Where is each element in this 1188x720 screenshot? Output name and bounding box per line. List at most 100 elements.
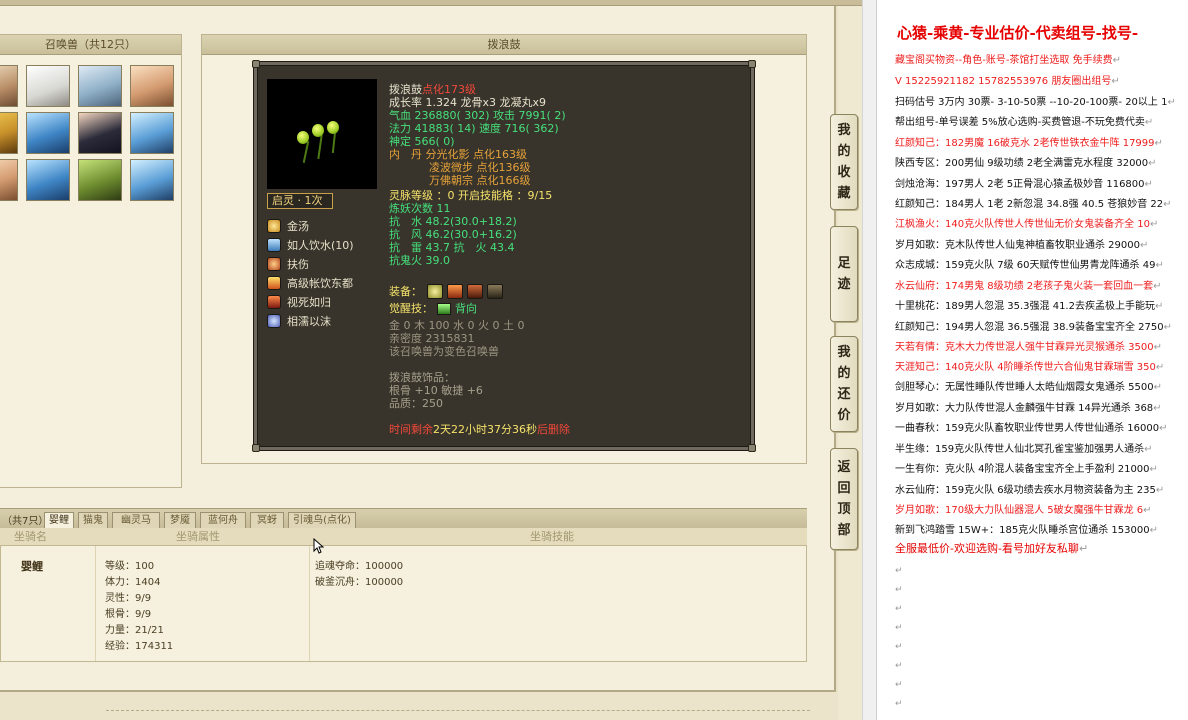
portrait-bulb xyxy=(297,131,309,144)
skill-row: 如人饮水(10) xyxy=(267,236,354,253)
summon-avatar[interactable] xyxy=(78,65,122,107)
document-line: 众志成城：159克火队 7级 60天赋传世仙男青龙阵通杀 49↵ xyxy=(895,260,1164,271)
resist-wind-line: 抗 风 46.2(30.0+16.2) xyxy=(389,228,517,241)
document-line: 天涯知己：140克火队 4阶睡杀传世六合仙鬼甘霖瑞雪 350↵ xyxy=(895,362,1165,373)
mount-name-header: 坐骑名 xyxy=(14,530,47,543)
empty-paragraph-mark: ↵ xyxy=(895,661,903,671)
document-line: V 15225921182 15782553976 朋友圈出组号↵ xyxy=(895,76,1120,87)
back-to-top-button[interactable]: 返回顶部 xyxy=(830,448,858,550)
mount-tab[interactable]: 引魂鸟(点化) xyxy=(288,512,356,529)
document-line: 陕西专区：200男仙 9级功绩 2老全满雷克水程度 32000↵ xyxy=(895,158,1157,169)
empty-paragraph-mark: ↵ xyxy=(895,585,903,595)
mouse-cursor-icon xyxy=(313,538,325,554)
tooltip-corner xyxy=(252,444,260,452)
empty-paragraph-mark: ↵ xyxy=(895,623,903,633)
mount-count: （共7只） xyxy=(2,516,49,527)
document-line: 红颜知己：194男人忽混 36.5强混 38.9装备宝宝齐全 2750↵ xyxy=(895,322,1172,333)
mount-attr-header: 坐骑属性 xyxy=(176,530,220,543)
document-line: 红颜知己：182男魔 16破克水 2老传世铁衣金牛阵 17999↵ xyxy=(895,138,1163,149)
skill-bond-icon xyxy=(267,313,281,328)
mount-tab-bar: （共7只） 婴鲤 猫鬼 幽灵马 梦魇 蓝何舟 冥蚜 引魂鸟(点化) xyxy=(0,508,807,530)
beast-tooltip: 启灵 · 1次 金汤 如人饮水(10) 扶伤 高级帐饮东都 视死如归 相濡以沫 … xyxy=(252,60,756,452)
intimacy-line: 亲密度 2315831 xyxy=(389,332,475,345)
refine-count-line: 炼妖次数 11 xyxy=(389,202,451,215)
mount-attr: 灵性：9/9 xyxy=(105,593,152,604)
equip-collar-icon[interactable] xyxy=(467,284,483,299)
equip-ring-icon[interactable] xyxy=(427,284,443,299)
summon-avatar[interactable] xyxy=(78,159,122,201)
column-divider xyxy=(309,546,310,661)
mount-table-body: 婴鲤 等级：100 体力：1404 灵性：9/9 根骨：9/9 力量：21/21… xyxy=(0,546,807,662)
beast-portrait xyxy=(267,79,377,189)
neidan-line-1: 内 丹 分光化影 点化163级 xyxy=(389,148,527,161)
summon-avatar[interactable] xyxy=(130,159,174,201)
document-line: 水云仙府：174男鬼 8级功绩 2老孩子鬼火装一套回血一套↵ xyxy=(895,281,1162,292)
skill-row: 金汤 xyxy=(267,217,309,234)
mount-tab[interactable]: 幽灵马 xyxy=(112,512,160,529)
equip-armor-icon[interactable] xyxy=(447,284,463,299)
mount-tab[interactable]: 蓝何舟 xyxy=(200,512,246,529)
portrait-stem xyxy=(331,130,337,154)
growth-line: 成长率 1.324 龙骨x3 龙凝丸x9 xyxy=(389,96,546,109)
resist-water-line: 抗 水 48.2(30.0+18.2) xyxy=(389,215,517,228)
document-line: 江枫渔火：140克火队传世人传世仙无价女鬼装备齐全 10↵ xyxy=(895,219,1159,230)
mount-name: 婴鲤 xyxy=(21,560,43,573)
variant-note-line: 该召唤兽为变色召唤兽 xyxy=(389,345,499,358)
neidan-line-3: 万佛朝宗 点化166级 xyxy=(429,174,531,187)
summon-avatar[interactable] xyxy=(0,65,18,107)
ornament-quality-line: 品质：250 xyxy=(389,397,443,410)
summon-avatar[interactable] xyxy=(26,65,70,107)
mount-tab[interactable]: 冥蚜 xyxy=(250,512,284,529)
document-line: 扫码估号 3万内 30票- 3-10-50票 --10-20-100票- 20以… xyxy=(895,97,1176,108)
mount-skill: 追魂夺命：100000 xyxy=(315,561,404,572)
mount-attr: 体力：1404 xyxy=(105,577,161,588)
summon-avatar[interactable] xyxy=(0,112,18,154)
summon-beast-panel: 召唤兽（共12只） xyxy=(0,34,182,488)
expire-time-line: 时间剩余2天22小时37分36秒后删除 xyxy=(389,423,570,436)
summon-avatar[interactable] xyxy=(26,112,70,154)
column-divider xyxy=(95,546,96,661)
summon-avatar[interactable] xyxy=(26,159,70,201)
summon-avatar[interactable] xyxy=(78,112,122,154)
portrait-bulb xyxy=(327,121,339,134)
mount-tab[interactable]: 猫鬼 xyxy=(78,512,108,529)
portrait-stem xyxy=(317,134,323,160)
awaken-count-box: 启灵 · 1次 xyxy=(267,193,333,209)
mount-skill-header: 坐骑技能 xyxy=(530,530,574,543)
tooltip-corner xyxy=(252,60,260,68)
my-collection-button[interactable]: 我的收藏 xyxy=(830,114,858,210)
tooltip-corner xyxy=(748,60,756,68)
document-line: 岁月如歌：克木队传世人仙鬼神植畜牧职业通杀 29000↵ xyxy=(895,240,1149,251)
window-gap xyxy=(862,0,876,720)
ornament-stats-line: 根骨 +10 敏捷 +6 xyxy=(389,384,483,397)
mount-tab[interactable]: 梦魇 xyxy=(164,512,196,529)
skill-water-icon xyxy=(267,237,281,252)
document-line: 一生有你：克火队 4阶混人装备宝宝齐全上手盈利 21000↵ xyxy=(895,464,1158,475)
document-line: 剑烛沧海：197男人 2老 5正骨混心猿孟极妙音 116800↵ xyxy=(895,179,1153,190)
hp-attack-line: 气血 236880( 302) 攻击 7991( 2) xyxy=(389,109,566,122)
skill-fire-icon xyxy=(267,275,281,290)
empty-paragraph-mark: ↵ xyxy=(895,604,903,614)
text-document[interactable]: 心猿-乘黄-专业估价-代卖组号-找号- 藏宝阁买物资--角色-账号-茶馆打坐选取… xyxy=(876,0,1188,720)
resist-ghost-line: 抗鬼火 39.0 xyxy=(389,254,450,267)
summon-avatar[interactable] xyxy=(130,112,174,154)
footprint-button[interactable]: 足迹 xyxy=(830,226,858,322)
skill-row: 视死如归 xyxy=(267,293,331,310)
summon-avatar[interactable] xyxy=(130,65,174,107)
equip-bracelet-icon[interactable] xyxy=(487,284,503,299)
document-line: 藏宝阁买物资--角色-账号-茶馆打坐选取 免手续费↵ xyxy=(895,55,1122,66)
mp-speed-line: 法力 41883( 14) 速度 716( 362) xyxy=(389,122,559,135)
neidan-line-2: 凌波微步 点化136级 xyxy=(429,161,531,174)
my-bargain-button[interactable]: 我的还价 xyxy=(830,336,858,432)
elements-line: 金 0 木 100 水 0 火 0 土 0 xyxy=(389,319,525,332)
mount-attr: 等级：100 xyxy=(105,561,155,572)
portrait-bulb xyxy=(312,124,324,137)
summon-avatar[interactable] xyxy=(0,159,18,201)
beast-detail-title: 拨浪鼓 xyxy=(202,35,806,55)
resist-thunder-line: 抗 雷 43.7 抗 火 43.4 xyxy=(389,241,515,254)
mount-table-header: 坐骑名 坐骑属性 坐骑技能 xyxy=(0,528,807,546)
shen-line: 神定 566( 0) xyxy=(389,135,455,148)
empty-paragraph-mark: ↵ xyxy=(895,680,903,690)
document-line: 新到飞鸿踏雪 15W+：185克火队睡杀宫位通杀 153000↵ xyxy=(895,525,1158,536)
mount-attr: 根骨：9/9 xyxy=(105,609,152,620)
